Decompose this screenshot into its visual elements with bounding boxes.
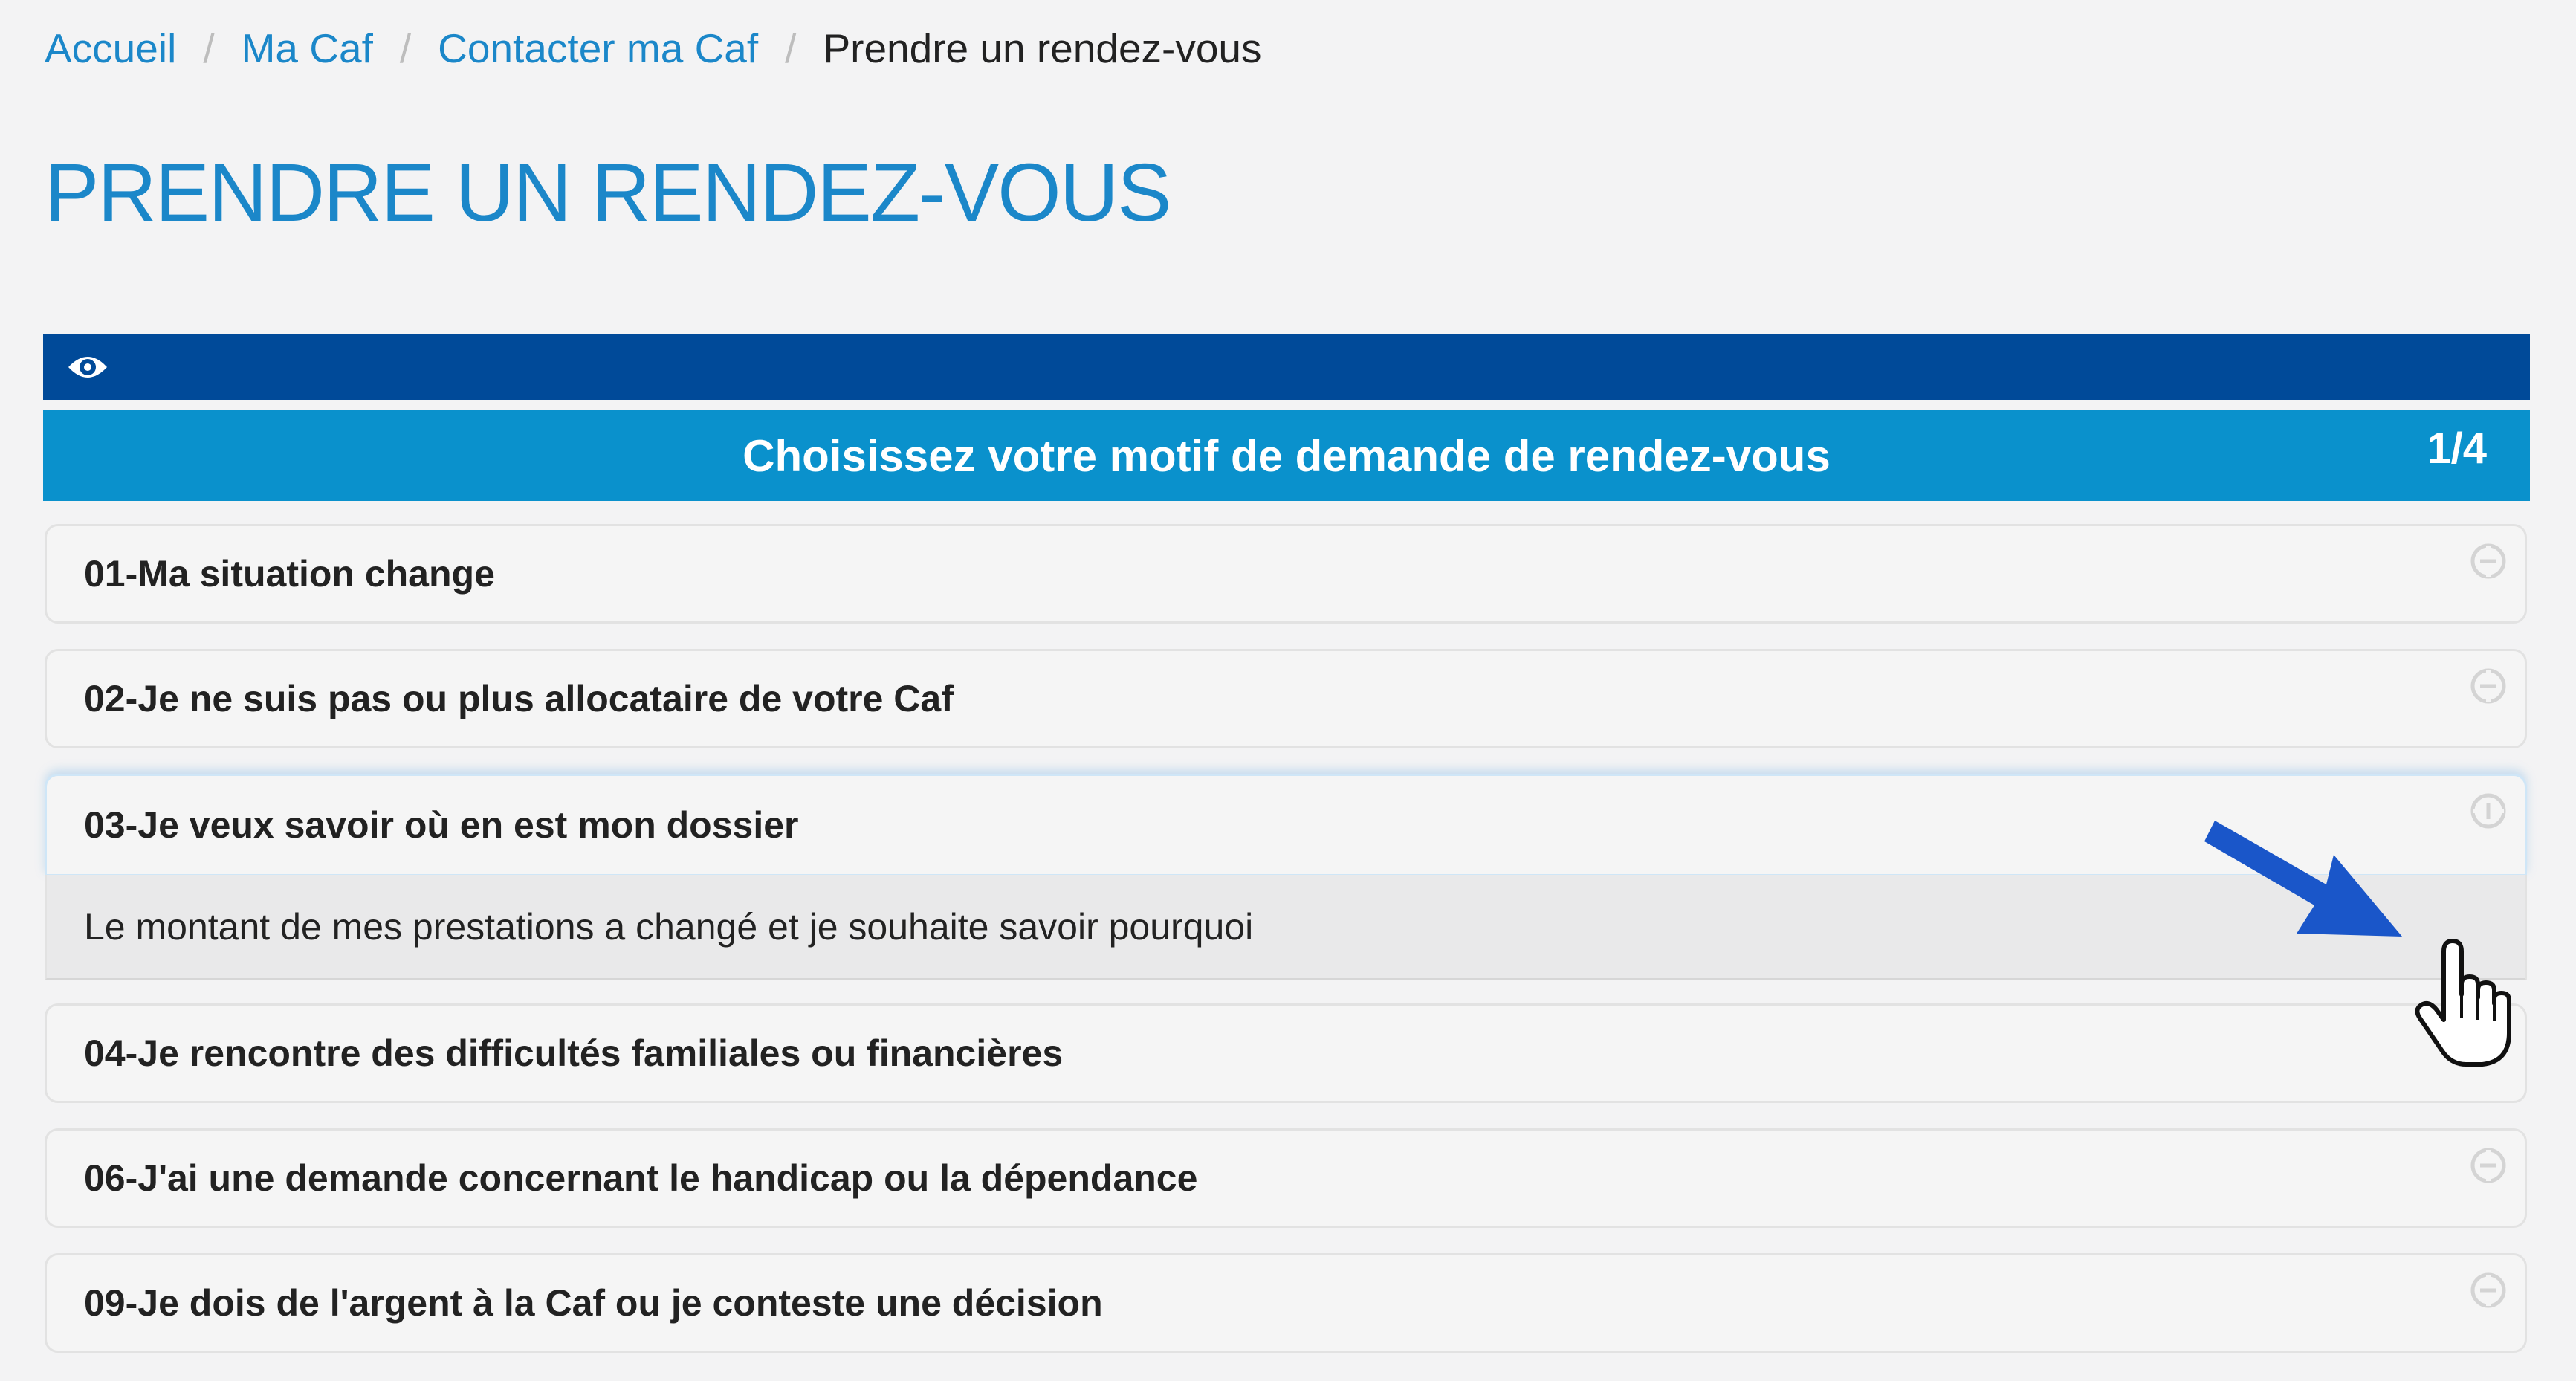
motif-label: 03-Je veux savoir où en est mon dossier [84, 804, 799, 846]
accessibility-toolbar [43, 334, 2530, 400]
expand-toggle-icon[interactable] [2470, 543, 2507, 580]
breadcrumb-link-contacter[interactable]: Contacter ma Caf [438, 25, 758, 72]
breadcrumb: Accueil / Ma Caf / Contacter ma Caf / Pr… [45, 0, 1262, 97]
breadcrumb-separator: / [785, 25, 797, 71]
expand-toggle-icon[interactable] [2470, 1147, 2507, 1184]
hand-pointer-cursor-icon [2414, 937, 2518, 1070]
motif-item-04[interactable]: 04-Je rencontre des difficultés familial… [45, 1003, 2527, 1103]
step-counter: 1/4 [2427, 424, 2487, 473]
eye-icon[interactable] [65, 349, 110, 385]
breadcrumb-link-accueil[interactable]: Accueil [45, 25, 176, 72]
motif-item-09[interactable]: 09-Je dois de l'argent à la Caf ou je co… [45, 1253, 2527, 1353]
page: Accueil / Ma Caf / Contacter ma Caf / Pr… [0, 0, 2576, 1381]
breadcrumb-current: Prendre un rendez-vous [823, 25, 1262, 71]
breadcrumb-link-ma-caf[interactable]: Ma Caf [242, 25, 373, 72]
motif-sub-option[interactable]: Le montant de mes prestations a changé e… [45, 875, 2527, 980]
step-title: Choisissez votre motif de demande de ren… [742, 430, 1831, 481]
motif-label: 02-Je ne suis pas ou plus allocataire de… [84, 678, 954, 719]
arrow-annotation-icon [2200, 810, 2408, 951]
breadcrumb-separator: / [399, 25, 412, 71]
motif-label: 04-Je rencontre des difficultés familial… [84, 1032, 1064, 1074]
collapse-toggle-icon[interactable] [2470, 792, 2507, 829]
step-header: Choisissez votre motif de demande de ren… [43, 410, 2530, 501]
motif-item-06[interactable]: 06-J'ai une demande concernant le handic… [45, 1128, 2527, 1228]
motif-label: 09-Je dois de l'argent à la Caf ou je co… [84, 1282, 1103, 1324]
motif-sub-option-label: Le montant de mes prestations a changé e… [84, 905, 1254, 948]
expand-toggle-icon[interactable] [2470, 667, 2507, 705]
motif-item-03[interactable]: 03-Je veux savoir où en est mon dossier [45, 774, 2527, 876]
breadcrumb-separator: / [203, 25, 215, 71]
page-title: PRENDRE UN RENDEZ-VOUS [45, 147, 1171, 239]
motif-label: 01-Ma situation change [84, 553, 495, 595]
motif-label: 06-J'ai une demande concernant le handic… [84, 1157, 1198, 1199]
motif-item-01[interactable]: 01-Ma situation change [45, 524, 2527, 624]
motif-item-02[interactable]: 02-Je ne suis pas ou plus allocataire de… [45, 649, 2527, 748]
expand-toggle-icon[interactable] [2470, 1272, 2507, 1309]
